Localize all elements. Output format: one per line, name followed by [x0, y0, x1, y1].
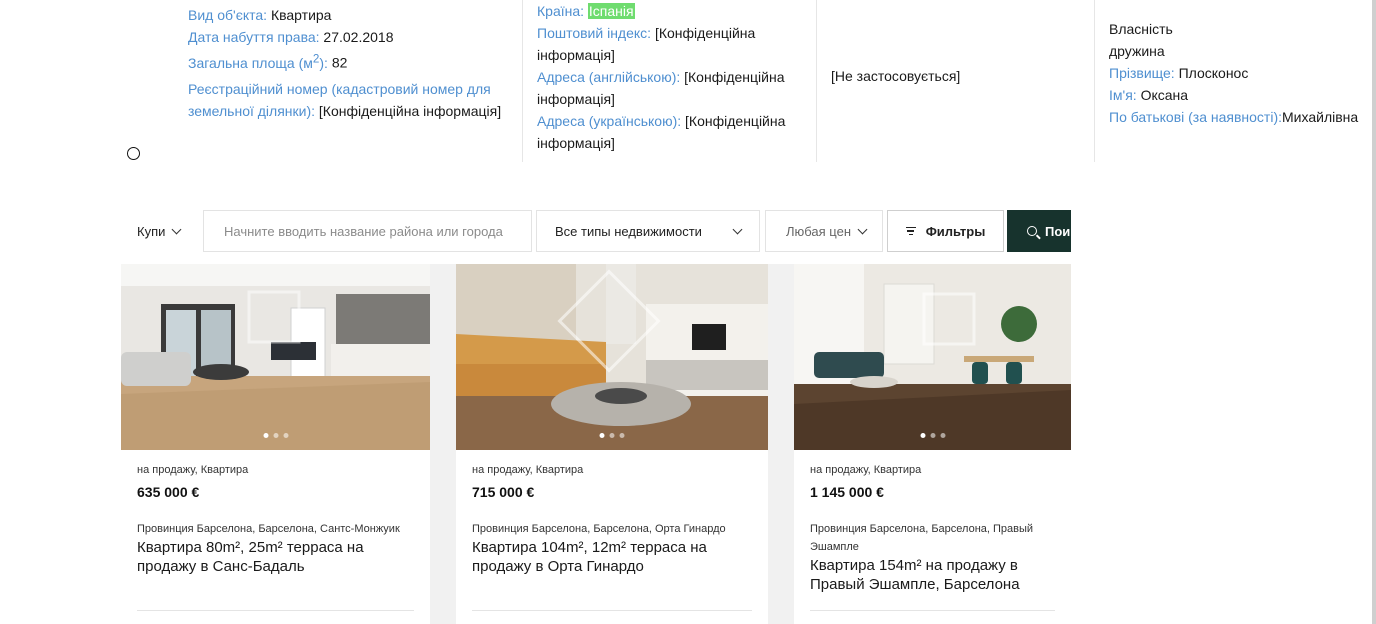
listing-price: 1 145 000 € — [810, 484, 884, 500]
object-type-value: Квартира — [270, 7, 332, 23]
property-details-cell: Вид об'єкта: Квартира Дата набуття права… — [188, 4, 508, 166]
country-value-highlighted: Іспанія — [587, 3, 635, 19]
filters-label: Фильтры — [925, 223, 986, 239]
address-en-row: Адреса (англійською): [Конфіденційна інф… — [537, 66, 816, 110]
first-name-label: Ім'я: — [1109, 87, 1137, 103]
address-en-label: Адреса (англійською): — [537, 69, 681, 85]
acquisition-date-value: 27.02.2018 — [323, 29, 394, 45]
area-value: 82 — [331, 54, 348, 71]
acquisition-date-label: Дата набуття права: — [188, 29, 320, 45]
object-type-row: Вид об'єкта: Квартира — [188, 4, 508, 26]
property-listing-widget: Купи Начните вводить название района или… — [121, 208, 1071, 624]
card-divider — [137, 610, 414, 611]
registration-number-value: [Конфіденційна інформація] — [318, 102, 502, 119]
chevron-down-icon — [732, 224, 743, 234]
carousel-dots[interactable] — [263, 433, 288, 438]
card-divider — [472, 610, 752, 611]
listing-address: Провинция Барселона, Барселона, Сантс-Мо… — [137, 523, 400, 535]
postal-code-label: Поштовий індекс: — [537, 25, 652, 41]
address-ua-row: Адреса (українською): [Конфіденційна інф… — [537, 110, 816, 154]
registration-number-row: Реєстраційний номер (кадастровий номер д… — [188, 78, 508, 122]
chevron-down-icon — [857, 224, 868, 234]
price-select[interactable]: Любая цен — [765, 210, 883, 252]
scrollbar[interactable] — [1372, 0, 1376, 624]
listing-photo[interactable] — [794, 264, 1071, 450]
acquisition-date-row: Дата набуття права: 27.02.2018 — [188, 26, 508, 48]
patronymic-label: По батькові (за наявності): — [1109, 109, 1283, 125]
listing-deal-type: на продажу, Квартира — [137, 464, 249, 476]
list-bullet-icon — [127, 147, 140, 160]
deal-type-value: Купи — [137, 223, 166, 239]
card-divider — [810, 610, 1055, 611]
first-name-row: Ім'я: Оксана — [1109, 84, 1376, 106]
card-gap — [430, 264, 456, 624]
listing-photo[interactable] — [456, 264, 768, 450]
chevron-down-icon — [171, 224, 182, 234]
listing-card[interactable]: на продажу, Квартира 1 145 000 € Провинц… — [794, 264, 1071, 624]
surname-value: Плосконос — [1178, 65, 1249, 81]
surname-row: Прізвище: Плосконос — [1109, 62, 1376, 84]
location-placeholder: Начните вводить название района или горо… — [224, 223, 503, 239]
listing-deal-type: на продажу, Квартира — [810, 464, 922, 476]
postal-code-row: Поштовий індекс: [Конфіденційна інформац… — [537, 22, 816, 66]
location-search-input[interactable]: Начните вводить название района или горо… — [203, 210, 532, 252]
patronymic-value: Михайлівна — [1282, 109, 1359, 125]
listing-title[interactable]: Квартира 154m² на продажу в Правый Эшамп… — [810, 556, 1061, 594]
not-applicable-text: [Не застосовується] — [831, 68, 961, 84]
search-label: Пои — [1045, 223, 1071, 239]
filter-icon — [905, 225, 916, 238]
listing-title[interactable]: Квартира 80m², 25m² терраса на продажу в… — [137, 538, 420, 576]
first-name-value: Оксана — [1140, 87, 1189, 103]
listing-price: 715 000 € — [472, 484, 535, 500]
owner-cell: Власність дружина Прізвище: Плосконос Ім… — [1094, 0, 1376, 162]
location-cell: Країна: Іспанія Поштовий індекс: [Конфід… — [522, 0, 816, 162]
address-ua-label: Адреса (українською): — [537, 113, 682, 129]
listing-card[interactable]: на продажу, Квартира 635 000 € Провинция… — [121, 264, 430, 624]
owner-relation: дружина — [1109, 43, 1165, 59]
surname-label: Прізвище: — [1109, 65, 1175, 81]
listing-address: Провинция Барселона, Барселона, Правый Э… — [810, 523, 1034, 553]
carousel-dots[interactable] — [599, 433, 625, 438]
object-type-label: Вид об'єкта: — [188, 7, 268, 23]
carousel-dots[interactable] — [920, 433, 945, 438]
ownership-type: Власність — [1109, 21, 1173, 37]
search-button[interactable]: Пои — [1007, 210, 1071, 252]
price-value: Любая цен — [786, 223, 852, 239]
country-row: Країна: Іспанія — [537, 0, 816, 22]
search-bar: Купи Начните вводить название района или… — [121, 210, 1071, 252]
listing-price: 635 000 € — [137, 484, 200, 500]
area-row: Загальна площа (м2): 82 — [188, 48, 508, 74]
listing-address: Провинция Барселона, Барселона, Орта Гин… — [472, 523, 726, 535]
property-type-select[interactable]: Все типы недвижимости — [536, 210, 760, 252]
deal-type-select[interactable]: Купи — [121, 210, 199, 252]
country-label: Країна: — [537, 3, 585, 19]
listing-deal-type: на продажу, Квартира — [472, 464, 584, 476]
listing-card[interactable]: на продажу, Квартира 715 000 € Провинция… — [456, 264, 768, 624]
patronymic-row: По батькові (за наявності):Михайлівна — [1109, 106, 1376, 128]
area-label: Загальна площа (м2): — [188, 52, 328, 71]
not-applicable-cell: [Не застосовується] — [816, 0, 1094, 162]
listing-title[interactable]: Квартира 104m², 12m² терраса на продажу … — [472, 538, 758, 576]
card-gap — [768, 264, 794, 624]
property-type-value: Все типы недвижимости — [555, 223, 702, 239]
declaration-table: Вид об'єкта: Квартира Дата набуття права… — [0, 0, 1376, 162]
search-icon — [1027, 226, 1037, 236]
listing-photo[interactable] — [121, 264, 430, 450]
filters-button[interactable]: Фильтры — [887, 210, 1004, 252]
